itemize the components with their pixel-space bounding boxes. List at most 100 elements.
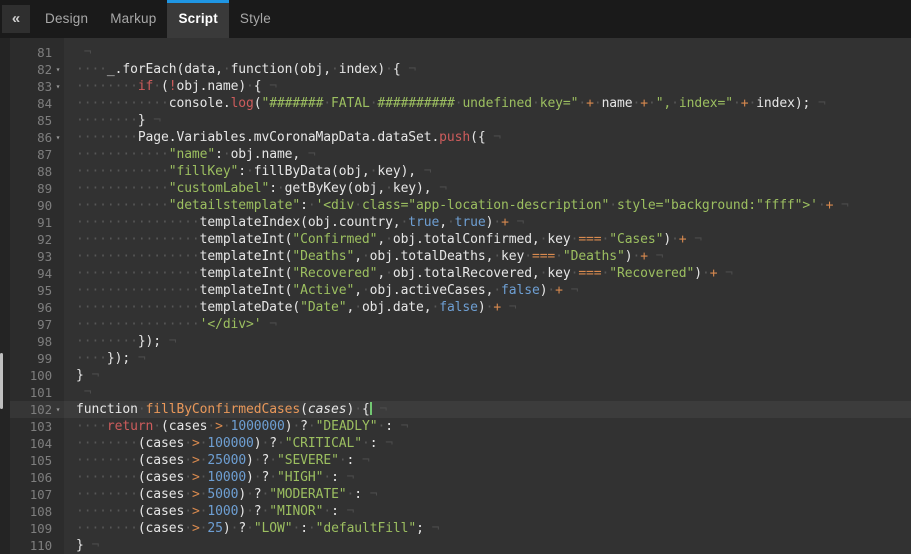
line-number: 91 bbox=[10, 214, 52, 231]
fold-gutter-spacer bbox=[52, 146, 64, 163]
eol-marker: ¬ bbox=[563, 283, 578, 298]
code-line-109[interactable]: 109 ········(cases·>·25)·?·"LOW"·:·"defau… bbox=[10, 520, 911, 537]
tab-script[interactable]: Script bbox=[167, 0, 228, 38]
code-line-91[interactable]: 91················templateIndex(obj.coun… bbox=[10, 214, 911, 231]
code-line-107[interactable]: 107········(cases·>·5000)·?·"MODERATE"·:… bbox=[10, 486, 911, 503]
line-number: 89 bbox=[10, 180, 52, 197]
code-line-96[interactable]: 96················templateDate("Date",·o… bbox=[10, 299, 911, 316]
line-number: 100 bbox=[10, 367, 52, 384]
eol-marker: ¬ bbox=[261, 317, 276, 332]
fold-toggle-icon[interactable]: ▾ bbox=[52, 401, 64, 418]
tab-style[interactable]: Style bbox=[229, 0, 282, 38]
line-number: 86 bbox=[10, 129, 52, 146]
code-line-86[interactable]: 86▾········Page.Variables.mvCoronaMapDat… bbox=[10, 129, 911, 146]
eol-marker: ¬ bbox=[393, 419, 408, 434]
line-number: 105 bbox=[10, 452, 52, 469]
fold-gutter-spacer bbox=[52, 333, 64, 350]
eol-marker: ¬ bbox=[262, 79, 277, 94]
code-line-text: ········Page.Variables.mvCoronaMapData.d… bbox=[64, 129, 501, 146]
eol-marker: ¬ bbox=[76, 385, 91, 400]
code-line-text: ········(cases·>·1000)·?·"MINOR"·: ¬ bbox=[64, 503, 354, 520]
vertical-scrollbar-thumb[interactable] bbox=[0, 353, 3, 409]
line-number: 109 bbox=[10, 520, 52, 537]
code-line-text: ····}); ¬ bbox=[64, 350, 146, 367]
code-line-text: ············"detailstemplate":·'<div·cla… bbox=[64, 197, 849, 214]
code-line-87[interactable]: 87 ············"name":·obj.name, ¬ bbox=[10, 146, 911, 163]
eol-marker: ¬ bbox=[401, 62, 416, 77]
fold-toggle-icon[interactable]: ▾ bbox=[52, 129, 64, 146]
code-line-106[interactable]: 106········(cases·>·10000)·?·"HIGH"·: ¬ bbox=[10, 469, 911, 486]
code-line-95[interactable]: 95················templateInt("Active",·… bbox=[10, 282, 911, 299]
code-line-103[interactable]: 103····return·(cases·>·1000000)·?·"DEADL… bbox=[10, 418, 911, 435]
code-line-99[interactable]: 99 ····}); ¬ bbox=[10, 350, 911, 367]
code-line-108[interactable]: 108 ········(cases·>·1000)·?·"MINOR"·: ¬ bbox=[10, 503, 911, 520]
fold-gutter-spacer bbox=[52, 214, 64, 231]
eol-marker: ¬ bbox=[431, 181, 446, 196]
code-line-88[interactable]: 88············"fillKey":·fillByData(obj,… bbox=[10, 163, 911, 180]
fold-gutter-spacer bbox=[52, 520, 64, 537]
code-line-text: ················templateDate("Date",·obj… bbox=[64, 299, 517, 316]
code-line-100[interactable]: 100} ¬ bbox=[10, 367, 911, 384]
code-line-102[interactable]: 102▾function·fillByConfirmedCases(cases)… bbox=[10, 401, 911, 418]
code-line-85[interactable]: 85 ········} ¬ bbox=[10, 112, 911, 129]
code-line-text: ················templateInt("Confirmed",… bbox=[64, 231, 702, 248]
eol-marker: ¬ bbox=[146, 113, 161, 128]
code-line-98[interactable]: 98········}); ¬ bbox=[10, 333, 911, 350]
eol-marker: ¬ bbox=[300, 147, 315, 162]
code-line-text: ········(cases·>·5000)·?·"MODERATE"·: ¬ bbox=[64, 486, 377, 503]
code-line-text: ········} ¬ bbox=[64, 112, 161, 129]
code-line-81[interactable]: 81 ¬ bbox=[10, 44, 911, 61]
code-line-110[interactable]: 110} ¬ bbox=[10, 537, 911, 554]
tab-markup[interactable]: Markup bbox=[99, 0, 167, 38]
code-line-94[interactable]: 94················templateInt("Recovered… bbox=[10, 265, 911, 282]
code-line-text: ············"name":·obj.name, ¬ bbox=[64, 146, 316, 163]
code-line-text: ················templateInt("Recovered",… bbox=[64, 265, 733, 282]
line-number: 99 bbox=[10, 350, 52, 367]
fold-toggle-icon[interactable]: ▾ bbox=[52, 61, 64, 78]
code-line-82[interactable]: 82▾····_.forEach(data,·function(obj,·ind… bbox=[10, 61, 911, 78]
line-number: 84 bbox=[10, 95, 52, 112]
code-line-89[interactable]: 89············"customLabel":·getByKey(ob… bbox=[10, 180, 911, 197]
code-line-104[interactable]: 104 ········(cases·>·100000)·?·"CRITICAL"… bbox=[10, 435, 911, 452]
code-line-text: ········(cases·>·100000)·?·"CRITICAL"·: … bbox=[64, 435, 393, 452]
fold-gutter-spacer bbox=[52, 282, 64, 299]
code-line-97[interactable]: 97················'</div>' ¬ bbox=[10, 316, 911, 333]
eol-marker: ¬ bbox=[354, 453, 369, 468]
fold-gutter-spacer bbox=[52, 197, 64, 214]
code-line-84[interactable]: 84 ············console.log("#######·FATAL… bbox=[10, 95, 911, 112]
editor-mode-tabs: DesignMarkupScriptStyle bbox=[34, 0, 282, 38]
code-line-93[interactable]: 93················templateInt("Deaths",·… bbox=[10, 248, 911, 265]
collapse-panel-button[interactable]: « bbox=[2, 5, 30, 33]
code-line-text: ········(cases·>·25)·?·"LOW"·:·"defaultF… bbox=[64, 520, 439, 537]
line-number: 104 bbox=[10, 435, 52, 452]
tab-design[interactable]: Design bbox=[34, 0, 99, 38]
fold-gutter-spacer bbox=[52, 112, 64, 129]
eol-marker: ¬ bbox=[130, 351, 145, 366]
code-line-text: ········}); ¬ bbox=[64, 333, 176, 350]
code-line-text: ········(cases·>·25000)·?·"SEVERE"·: ¬ bbox=[64, 452, 370, 469]
line-number: 85 bbox=[10, 112, 52, 129]
eol-marker: ¬ bbox=[717, 266, 732, 281]
line-number: 87 bbox=[10, 146, 52, 163]
left-edge-strip bbox=[0, 38, 10, 554]
eol-marker: ¬ bbox=[810, 96, 825, 111]
fold-gutter-spacer bbox=[52, 452, 64, 469]
eol-marker: ¬ bbox=[833, 198, 848, 213]
code-line-text: ················'</div>' ¬ bbox=[64, 316, 277, 333]
code-line-105[interactable]: 105 ········(cases·>·25000)·?·"SEVERE"·: … bbox=[10, 452, 911, 469]
code-line-text: ········if·(!obj.name)·{ ¬ bbox=[64, 78, 277, 95]
line-number: 108 bbox=[10, 503, 52, 520]
code-line-text: ············console.log("#######·FATAL·#… bbox=[64, 95, 826, 112]
code-editor[interactable]: 81 ¬82▾····_.forEach(data,·function(obj,… bbox=[0, 38, 911, 554]
fold-gutter-spacer bbox=[52, 503, 64, 520]
fold-gutter-spacer bbox=[52, 265, 64, 282]
code-line-92[interactable]: 92················templateInt("Confirmed… bbox=[10, 231, 911, 248]
fold-toggle-icon[interactable]: ▾ bbox=[52, 78, 64, 95]
code-line-101[interactable]: 101 ¬ bbox=[10, 384, 911, 401]
code-line-83[interactable]: 83▾········if·(!obj.name)·{ ¬ bbox=[10, 78, 911, 95]
fold-gutter-spacer bbox=[52, 248, 64, 265]
line-number: 95 bbox=[10, 282, 52, 299]
eol-marker: ¬ bbox=[501, 300, 516, 315]
code-line-90[interactable]: 90············"detailstemplate":·'<div·c… bbox=[10, 197, 911, 214]
fold-gutter-spacer bbox=[52, 350, 64, 367]
